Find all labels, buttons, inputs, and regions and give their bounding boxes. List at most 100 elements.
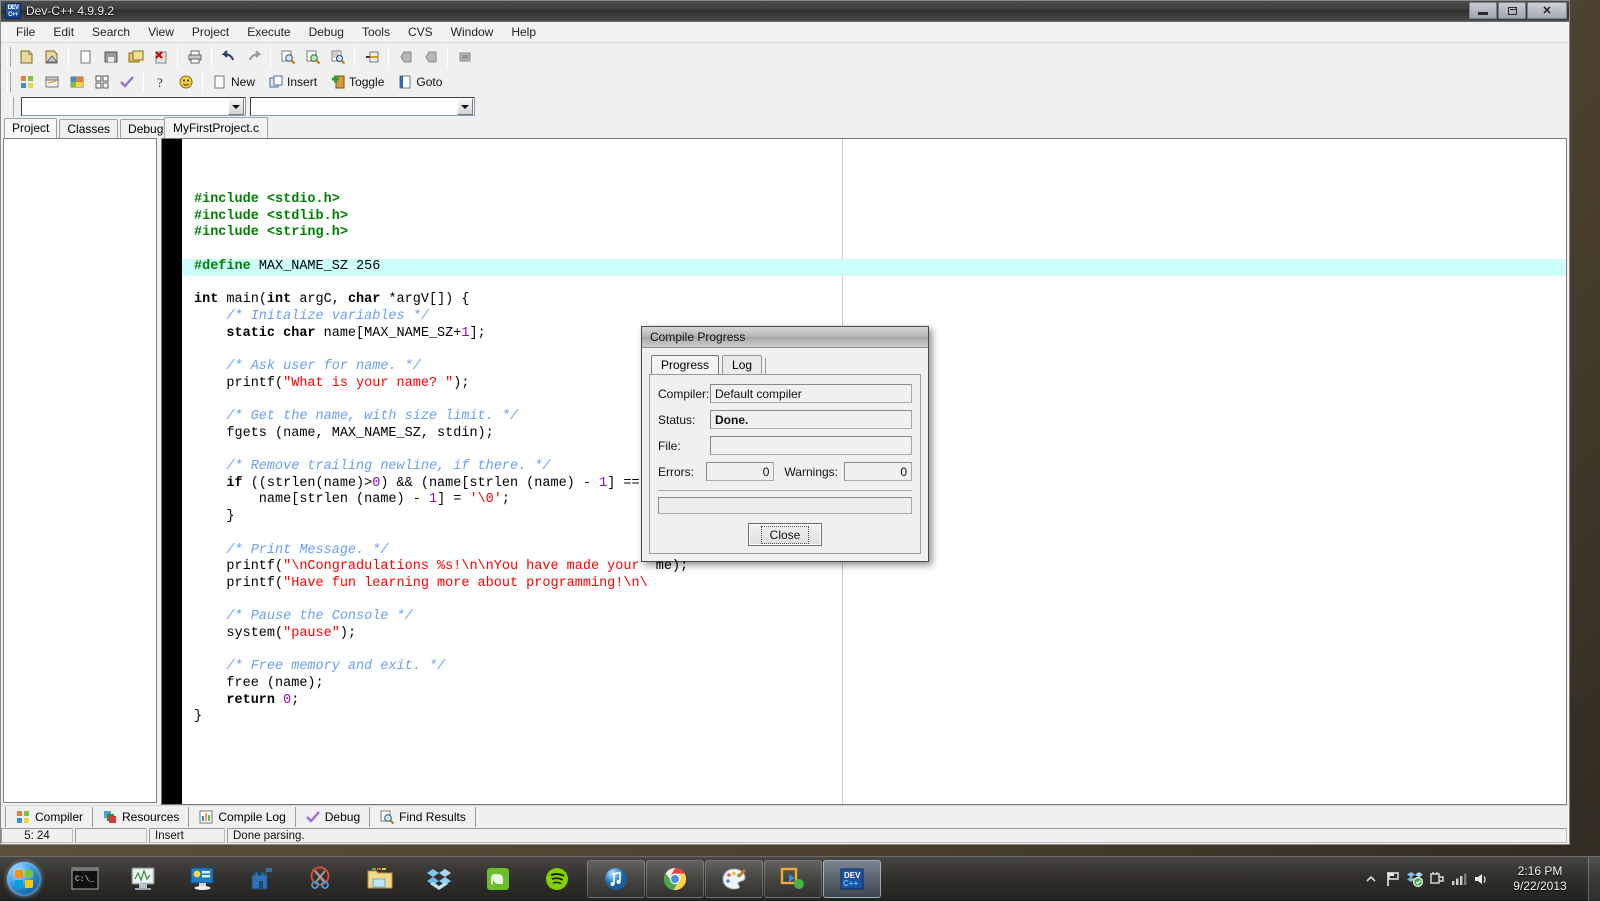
code-token: "pause" [283, 626, 340, 641]
editor-tab-myfirstproject[interactable]: MyFirstProject.c [164, 117, 268, 138]
replace-button[interactable] [326, 46, 349, 68]
dropbox-tray-icon[interactable] [1404, 868, 1426, 890]
taskbar-item-spotify[interactable] [528, 860, 586, 898]
save-all-button[interactable] [124, 46, 147, 68]
about-button[interactable] [174, 71, 197, 93]
new-button[interactable]: New [208, 71, 262, 93]
project-manager-button[interactable] [15, 71, 38, 93]
bottom-tab-compiler[interactable]: Compiler [5, 807, 93, 827]
maximize-button[interactable] [1498, 2, 1526, 19]
taskbar-item-explorer[interactable] [351, 860, 409, 898]
menu-edit[interactable]: Edit [44, 23, 83, 41]
menu-execute[interactable]: Execute [238, 23, 299, 41]
find-button[interactable] [276, 46, 299, 68]
window-list-button[interactable] [40, 71, 63, 93]
taskbar-item-task-manager[interactable] [115, 860, 173, 898]
code-line: /* Get the name, with size limit. */ [194, 409, 1566, 426]
chevron-up-icon [1364, 872, 1378, 886]
menu-cvs[interactable]: CVS [399, 23, 442, 41]
menu-view[interactable]: View [139, 23, 183, 41]
usb-tray-icon[interactable] [1426, 868, 1448, 890]
taskbar-item-evernote[interactable] [469, 860, 527, 898]
magnifier-icon [379, 809, 395, 825]
open-project-button[interactable] [40, 46, 63, 68]
menu-window[interactable]: Window [442, 23, 503, 41]
close-button[interactable]: ✕ [1527, 2, 1567, 19]
member-browser-combo[interactable] [250, 97, 475, 116]
code-token: ; [502, 492, 510, 507]
run-button[interactable] [419, 46, 442, 68]
save-file-button[interactable] [99, 46, 122, 68]
action-center-icon[interactable] [1382, 868, 1404, 890]
new-file-button[interactable] [74, 46, 97, 68]
toolbar-grip[interactable] [7, 47, 11, 67]
tab-classes[interactable]: Classes [59, 119, 118, 138]
code-text-area[interactable]: #include <stdio.h>#include <stdlib.h>#in… [182, 139, 1566, 804]
toolbar-grip[interactable] [7, 72, 11, 92]
bottom-tab-debug[interactable]: Debug [296, 807, 370, 827]
statusbar: 5: 24 Insert Done parsing. [1, 827, 1569, 844]
print-button[interactable] [183, 46, 206, 68]
taskbar: C:\_ [0, 856, 1600, 900]
toolbar-grip[interactable] [10, 97, 14, 117]
goto-line-button[interactable] [360, 46, 383, 68]
bottom-tab-find-results[interactable]: Find Results [370, 807, 476, 827]
taskbar-item-itunes[interactable] [587, 860, 645, 898]
toggle-button[interactable]: Toggle [326, 71, 391, 93]
taskbar-item-snipping-tool[interactable] [292, 860, 350, 898]
tile-windows-button[interactable] [90, 71, 113, 93]
taskbar-clock[interactable]: 2:16 PM 9/22/2013 [1492, 864, 1588, 894]
menu-debug[interactable]: Debug [300, 23, 353, 41]
new-project-button[interactable] [15, 46, 38, 68]
show-hidden-icons-button[interactable] [1360, 868, 1382, 890]
menu-tools[interactable]: Tools [353, 23, 399, 41]
menu-search[interactable]: Search [83, 23, 139, 41]
chevron-down-icon[interactable] [457, 98, 473, 115]
taskbar-item-chrome[interactable] [646, 860, 704, 898]
project-tree[interactable] [3, 138, 157, 803]
undo-button[interactable] [217, 46, 240, 68]
taskbar-item-dropbox[interactable] [410, 860, 468, 898]
evernote-elephant-icon [483, 865, 513, 893]
window-body: Project Classes Debug MyFirstProject.c #… [1, 119, 1569, 805]
code-token: /* Initalize variables */ [194, 309, 429, 324]
volume-tray-icon[interactable] [1470, 868, 1492, 890]
code-editor[interactable]: #include <stdio.h>#include <stdlib.h>#in… [161, 138, 1567, 805]
goto-button[interactable]: Goto [393, 71, 449, 93]
minimize-button[interactable] [1469, 2, 1497, 19]
taskbar-item-control-panel[interactable] [174, 860, 232, 898]
code-token: main( [218, 292, 267, 307]
bar-chart-icon [198, 809, 214, 825]
taskbar-item-devcpp[interactable]: DEVC++ [823, 860, 881, 898]
bottom-tab-compile-log[interactable]: Compile Log [189, 807, 295, 827]
compile-button[interactable] [394, 46, 417, 68]
taskbar-item-castle[interactable] [233, 860, 291, 898]
bottom-tab-resources[interactable]: Resources [93, 807, 189, 827]
code-token: "What is your name? " [283, 376, 453, 391]
code-token: free (name); [194, 676, 324, 691]
show-desktop-button[interactable] [1588, 857, 1600, 901]
signal-bars-icon [1450, 870, 1468, 888]
menu-project[interactable]: Project [183, 23, 238, 41]
class-browser-combo[interactable] [21, 97, 246, 116]
close-file-button[interactable] [149, 46, 172, 68]
compile-run-button[interactable] [453, 46, 476, 68]
tab-project[interactable]: Project [4, 118, 57, 138]
network-tray-icon[interactable] [1448, 868, 1470, 890]
taskbar-item-media[interactable] [764, 860, 822, 898]
code-token: int [267, 292, 291, 307]
check-syntax-button[interactable] [115, 71, 138, 93]
find-next-button[interactable] [301, 46, 324, 68]
menu-file[interactable]: File [7, 23, 44, 41]
help-button[interactable]: ? [149, 71, 172, 93]
redo-button[interactable] [242, 46, 265, 68]
menu-help[interactable]: Help [502, 23, 545, 41]
code-token: 1 [429, 492, 437, 507]
insert-button[interactable]: Insert [264, 71, 324, 93]
class-browser-button[interactable] [65, 71, 88, 93]
taskbar-item-paint[interactable] [705, 860, 763, 898]
taskbar-item-command-prompt[interactable]: C:\_ [56, 860, 114, 898]
chevron-down-icon[interactable] [228, 98, 244, 115]
start-button[interactable] [2, 858, 46, 900]
project-panel-tabs: Project Classes Debug [1, 119, 159, 138]
